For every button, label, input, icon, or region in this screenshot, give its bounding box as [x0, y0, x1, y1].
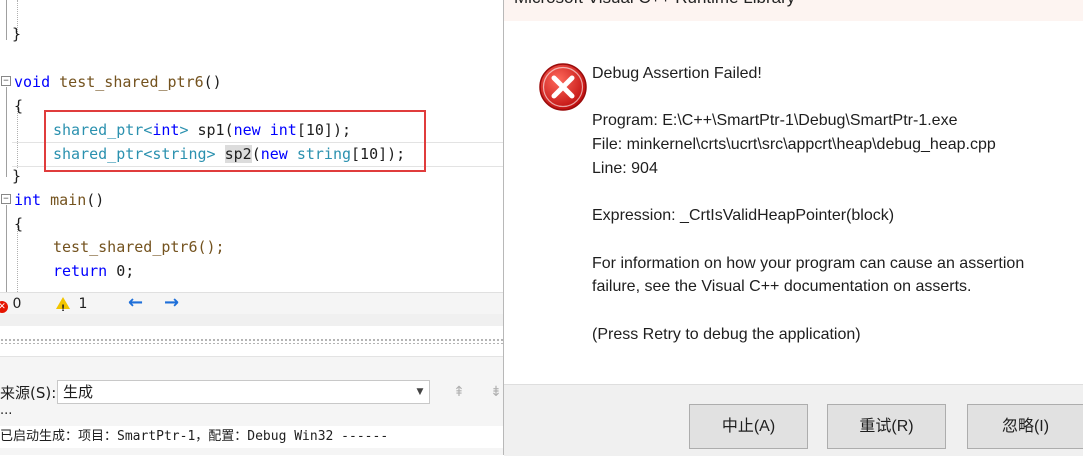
fold-guide: [6, 205, 7, 292]
output-source-label: 来源(S):: [0, 384, 57, 402]
info-text-1: For information on how your program can …: [592, 255, 1025, 272]
file-path: File: minkernel\crts\ucrt\src\appcrt\hea…: [592, 136, 996, 153]
dialog-title: Microsoft Visual C++ Runtime Library: [514, 0, 795, 8]
panel-splitter[interactable]: [0, 338, 503, 344]
code-line: }: [12, 25, 22, 43]
warning-icon: !: [56, 297, 70, 314]
error-icon: [539, 63, 587, 111]
retry-button[interactable]: 重试(R): [827, 404, 946, 449]
warning-count[interactable]: ! 1: [56, 293, 87, 315]
goto-next-message-icon[interactable]: ⇟: [485, 380, 503, 404]
output-ellipsis: ...: [0, 403, 13, 418]
assertion-expression: Expression: _CrtIsValidHeapPointer(block…: [592, 207, 895, 224]
editor-gutter: − −: [0, 0, 11, 292]
output-source-value: 生成: [63, 383, 94, 401]
ignore-button[interactable]: 忽略(I): [967, 404, 1083, 449]
dialog-heading: Debug Assertion Failed!: [592, 65, 762, 82]
output-line: 已启动生成：项目：SmartPtr-1，配置：Debug Win32 -----…: [0, 429, 389, 444]
collapse-icon[interactable]: −: [1, 194, 11, 204]
retry-hint: (Press Retry to debug the application): [592, 326, 861, 343]
line-number: Line: 904: [592, 160, 658, 177]
error-icon: ✕: [0, 301, 8, 313]
collapse-icon[interactable]: −: [1, 76, 11, 86]
code-line: {: [14, 97, 24, 115]
code-line: return 0;: [53, 262, 135, 280]
goto-previous-message-icon[interactable]: ⇞: [448, 380, 470, 404]
fold-guide: [6, 0, 7, 40]
code-line: }: [12, 167, 22, 185]
horizontal-scrollbar[interactable]: [0, 314, 503, 326]
dialog-title-bar[interactable]: Microsoft Visual C++ Runtime Library: [504, 0, 1083, 21]
assertion-dialog: Microsoft Visual C++ Runtime Library Deb…: [503, 0, 1083, 456]
info-text-2: failure, see the Visual C++ documentatio…: [592, 278, 972, 295]
code-line: test_shared_ptr6();: [53, 238, 225, 256]
fold-guide: [6, 87, 7, 177]
chevron-down-icon: ▼: [416, 387, 424, 397]
code-editor[interactable]: − − } void test_shared_ptr6() { shared_p…: [0, 0, 503, 292]
abort-button[interactable]: 中止(A): [689, 404, 808, 449]
program-path: Program: E:\C++\SmartPtr-1\Debug\SmartPt…: [592, 112, 958, 129]
code-line: void test_shared_ptr6(): [14, 73, 222, 91]
output-source-select[interactable]: 生成 ▼: [57, 380, 430, 404]
code-line: int main(): [14, 191, 105, 209]
annotation-highlight-box: [44, 110, 426, 172]
output-text[interactable]: 已启动生成：项目：SmartPtr-1，配置：Debug Win32 -----…: [0, 426, 503, 448]
editor-status-bar: ✕ 0 ! 1 ← →: [0, 292, 503, 315]
error-count[interactable]: ✕ 0: [0, 293, 21, 315]
ide-panel: − − } void test_shared_ptr6() { shared_p…: [0, 0, 503, 455]
arrow-left-icon[interactable]: ←: [128, 292, 143, 314]
code-line: {: [14, 215, 24, 233]
arrow-right-icon[interactable]: →: [164, 292, 179, 314]
